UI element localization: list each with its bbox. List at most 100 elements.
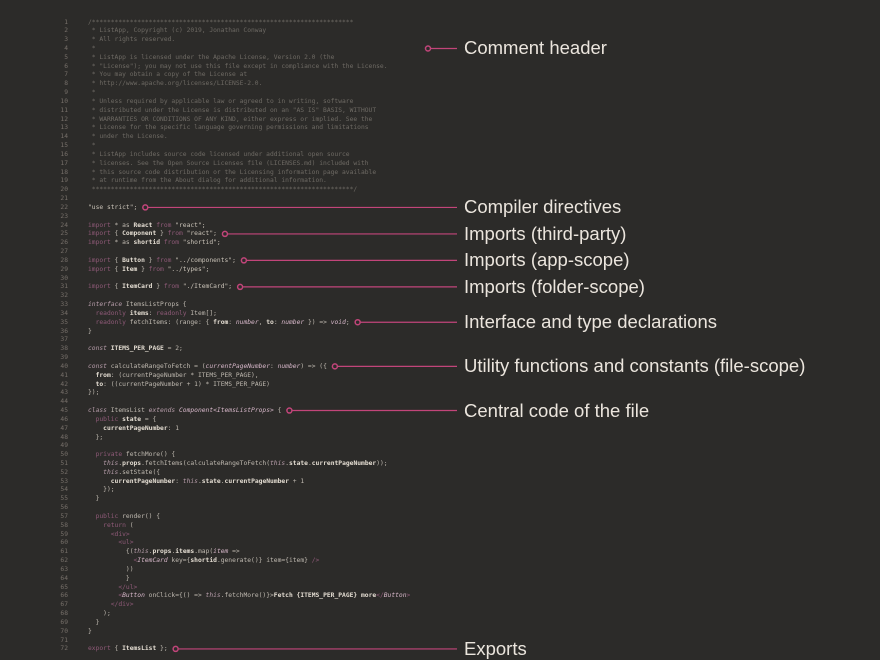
code-token: * ListApp includes source code licensed … [88, 150, 350, 158]
code-token: /> [311, 557, 320, 565]
code-text: import { Item } from "../types"; [88, 265, 209, 274]
code-token: items [129, 309, 149, 317]
code-line: 31 import { ItemCard } from "./ItemCard"; [0, 282, 460, 291]
code-line: 72 export { ItemsList }; [0, 644, 460, 653]
line-number: 23 [60, 212, 68, 220]
code-token: Item[]; [190, 309, 217, 317]
code-token: {( [88, 548, 134, 556]
code-token: { [273, 407, 282, 415]
code-token: }) => [304, 318, 331, 326]
code-text: class ItemsList extends Component<ItemsL… [88, 406, 281, 415]
code-text: this.props.fetchItems(calculateRangeToFe… [88, 459, 387, 468]
code-line: 45 class ItemsList extends Component<Item… [0, 406, 460, 415]
code-text: import * as shortid from "shortid"; [88, 238, 221, 247]
line-number: 9 [64, 89, 68, 97]
line-number: 27 [60, 248, 68, 256]
line-number: 43 [60, 389, 68, 397]
line-number: 7 [64, 71, 68, 79]
code-line: 22 "use strict"; [0, 203, 460, 212]
code-token: < [88, 592, 123, 600]
code-text: currentPageNumber: 1 [88, 424, 179, 433]
code-token: ; [345, 318, 350, 326]
code-line: 9 * [0, 88, 460, 97]
code-token: * WARRANTIES OR CONDITIONS OF ANY KIND, … [88, 115, 373, 123]
code-text: ); [88, 609, 111, 618]
code-text: export { ItemsList }; [88, 644, 168, 653]
code-text: * WARRANTIES OR CONDITIONS OF ANY KIND, … [88, 115, 373, 124]
code-line: 29 import { Item } from "../types"; [0, 265, 460, 274]
code-token: import [88, 256, 111, 264]
code-token: this [205, 592, 221, 600]
line-number: 49 [60, 442, 68, 450]
code-token: currentPageNumber [311, 460, 377, 467]
code-token: Fetch {ITEMS_PER_PAGE} more [273, 592, 377, 600]
code-line: 40 const calculateRangeToFetch = (current… [0, 362, 460, 371]
code-token: } [88, 327, 92, 335]
code-text: * this source code distribution or the L… [88, 168, 376, 177]
line-number: 35 [60, 318, 68, 326]
line-number: 29 [60, 265, 68, 273]
code-token: this [182, 477, 198, 485]
line-number: 67 [60, 601, 68, 609]
code-token: currentPageNumber [224, 477, 289, 485]
line-number: 25 [60, 230, 68, 238]
code-token: return [88, 521, 130, 529]
code-token: = { [141, 415, 157, 423]
code-text: } [88, 618, 100, 627]
code-text: return ( [88, 521, 133, 530]
code-text: const ITEMS_PER_PAGE = 2; [88, 344, 183, 353]
code-line: 55 } [0, 494, 460, 503]
code-text: * at runtime from the About dialog for a… [88, 176, 327, 185]
code-line: 7 * You may obtain a copy of the License… [0, 70, 460, 79]
code-token: render() { [122, 512, 161, 520]
line-number: 62 [60, 557, 68, 565]
code-text: * under the License. [88, 132, 168, 141]
code-token: interface [88, 301, 123, 309]
code-line: 3 * All rights reserved. [0, 35, 460, 44]
code-text: * distributed under the License is distr… [88, 106, 376, 115]
code-token: ITEMS_PER_PAGE [110, 345, 164, 353]
code-line: 18 * this source code distribution or th… [0, 168, 460, 177]
code-line: 51 this.props.fetchItems(calculateRangeT… [0, 459, 460, 468]
code-token: + 1 [288, 477, 305, 485]
code-text: } [88, 494, 100, 503]
code-line: 59 <div> [0, 530, 460, 539]
code-text: * Unless required by applicable law or a… [88, 97, 354, 106]
code-token: to [266, 318, 274, 326]
code-text: </div> [88, 600, 134, 609]
code-line: 56 [0, 503, 460, 512]
code-token: } [88, 495, 100, 503]
code-token: "../types"; [167, 265, 210, 273]
annotation-label: Interface and type declarations [464, 311, 717, 333]
line-number: 65 [60, 583, 68, 591]
code-text: from: (currentPageNumber * ITEMS_PER_PAG… [88, 371, 259, 380]
line-number: 52 [60, 468, 68, 476]
code-text: /***************************************… [88, 18, 353, 27]
code-token: readonly [156, 309, 191, 317]
line-number: 1 [64, 18, 68, 26]
code-text: import { Button } from "../components"; [88, 256, 236, 265]
line-number: 21 [60, 195, 68, 203]
line-number: 5 [64, 53, 68, 61]
code-text: import { ItemCard } from "./ItemCard"; [88, 282, 232, 291]
annotation-label: Central code of the file [464, 399, 650, 421]
code-token: ItemCard [137, 557, 168, 565]
line-number: 54 [60, 486, 68, 494]
code-line: 63 )) [0, 565, 460, 574]
code-token: ItemsList [122, 645, 157, 653]
code-token: public [88, 512, 123, 520]
code-line: 11 * distributed under the License is di… [0, 106, 460, 115]
line-number: 19 [60, 177, 68, 185]
code-token: * License for the specific language gove… [88, 124, 369, 132]
code-line: 34 readonly items: readonly Item[]; [0, 309, 460, 318]
code-token: "react"; [175, 221, 206, 229]
line-number: 22 [60, 203, 68, 211]
code-token: * "License"); you may not use this file … [88, 62, 388, 70]
code-line: 32 [0, 291, 460, 300]
code-line: 19 * at runtime from the About dialog fo… [0, 176, 460, 185]
code-line: 37 [0, 335, 460, 344]
code-token: React [133, 221, 153, 229]
code-line: 66 <Button onClick={() => this.fetchMore… [0, 591, 460, 600]
code-token: } [152, 283, 161, 291]
code-token: readonly [88, 309, 130, 317]
